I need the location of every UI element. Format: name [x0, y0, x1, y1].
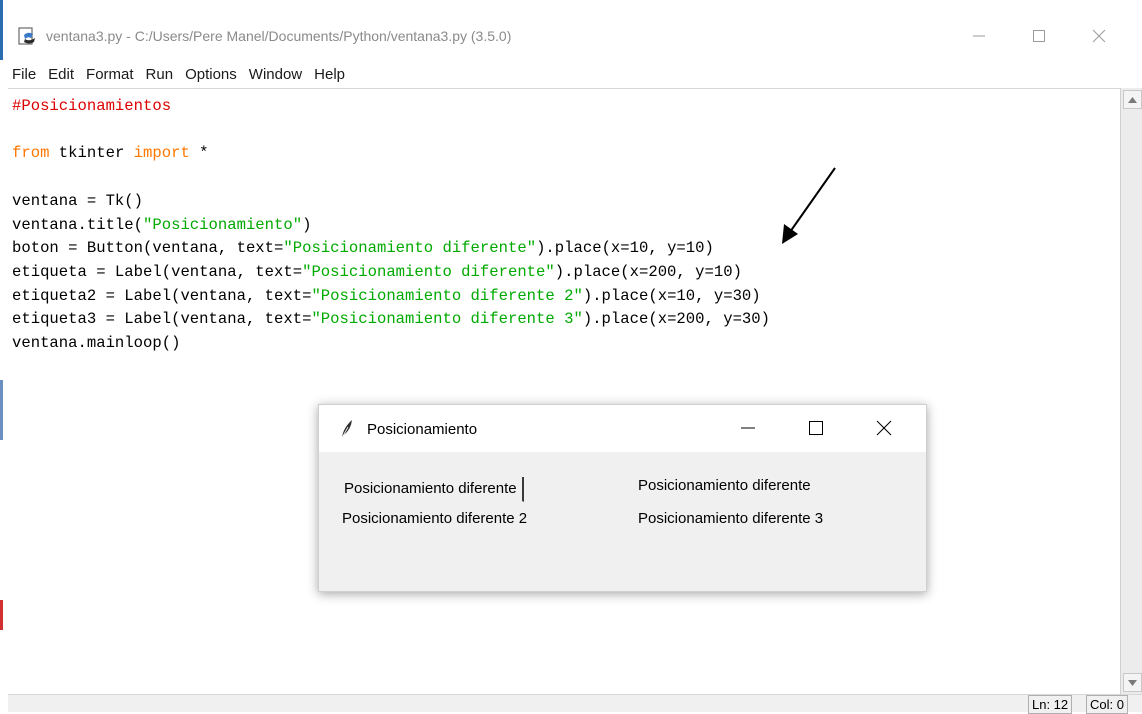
menu-format[interactable]: Format — [80, 64, 140, 86]
code-line: ventana.title("Posicionamiento") — [12, 216, 311, 234]
window-title: ventana3.py - C:/Users/Pere Manel/Docume… — [46, 28, 512, 44]
code-token: ventana.mainloop() — [12, 334, 181, 353]
code-token: from — [12, 144, 50, 163]
annotation-arrow-icon — [782, 167, 836, 244]
menu-file[interactable]: File — [8, 64, 42, 86]
code-token: etiqueta2 = Label(ventana, text= — [12, 286, 312, 305]
code-token: boton = Button(ventana, text= — [12, 239, 284, 258]
vertical-scrollbar[interactable] — [1120, 88, 1142, 694]
arrow-up-icon — [1128, 96, 1137, 103]
code-token: #Posicionamientos — [12, 97, 172, 115]
status-line: Ln: 12 — [1028, 695, 1073, 714]
code-line: boton = Button(ventana, text="Posicionam… — [12, 239, 714, 257]
idle-editor-window: ventana3.py - C:/Users/Pere Manel/Docume… — [8, 14, 1142, 714]
code-token: etiqueta = Label(ventana, text= — [12, 262, 303, 281]
tkinter-window: Posicionamiento Posicionamiento diferent… — [318, 404, 927, 592]
minimize-icon — [973, 35, 985, 37]
code-token: etiqueta3 = Label(ventana, text= — [12, 310, 312, 329]
code-line: etiqueta2 = Label(ventana, text="Posicio… — [12, 287, 761, 305]
tk-minimize-button[interactable] — [728, 413, 768, 443]
title-bar: ventana3.py - C:/Users/Pere Manel/Docume… — [8, 14, 1142, 60]
maximize-button[interactable] — [1019, 20, 1059, 52]
menu-help[interactable]: Help — [308, 64, 351, 86]
menu-edit[interactable]: Edit — [42, 64, 80, 86]
close-icon — [876, 420, 892, 436]
code-token: ) — [302, 215, 312, 234]
code-token: ).place(x=200, y=10) — [554, 262, 742, 281]
menu-window[interactable]: Window — [243, 64, 308, 86]
maximize-icon — [1033, 30, 1045, 42]
code-token: ).place(x=10, y=10) — [536, 239, 714, 258]
code-line: ventana.mainloop() — [12, 334, 180, 352]
code-line: ventana = Tk() — [12, 192, 143, 210]
menu-bar: File Edit Format Run Options Window Help — [8, 64, 351, 86]
label-bottom-right: Posicionamiento diferente 3 — [638, 510, 824, 527]
arrow-down-icon — [1128, 679, 1137, 686]
minimize-icon — [741, 427, 755, 429]
code-editor[interactable]: #Posicionamientos from tkinter import * … — [8, 88, 1120, 695]
code-token: ).place(x=200, y=30) — [582, 310, 770, 329]
status-bar: Ln: 12 Col: 0 — [8, 694, 1142, 714]
desktop-edge — [0, 0, 8, 711]
close-icon — [1092, 29, 1106, 43]
code-token: "Posicionamiento diferente 2" — [311, 286, 583, 305]
tk-maximize-button[interactable] — [796, 413, 836, 443]
code-token: "Posicionamiento diferente 3" — [311, 310, 583, 329]
tk-close-button[interactable] — [864, 413, 904, 443]
code-line: from tkinter import * — [12, 144, 209, 162]
scroll-up-button[interactable] — [1123, 90, 1142, 109]
minimize-button[interactable] — [959, 20, 999, 52]
tk-window-title: Posicionamiento — [367, 421, 478, 438]
python-file-icon — [18, 27, 35, 45]
code-token: "Posicionamiento" — [143, 215, 303, 234]
close-button[interactable] — [1079, 20, 1119, 52]
label-top-right: Posicionamiento diferente — [638, 477, 811, 494]
status-column: Col: 0 — [1086, 695, 1128, 714]
label-bottom-left: Posicionamiento diferente 2 — [342, 510, 528, 527]
code-line: #Posicionamientos — [12, 97, 171, 115]
code-token: "Posicionamiento diferente" — [283, 239, 537, 258]
code-token: ).place(x=10, y=30) — [582, 286, 761, 305]
menu-run[interactable]: Run — [140, 64, 180, 86]
code-token: * — [189, 144, 209, 163]
tk-title-bar: Posicionamiento — [319, 405, 926, 452]
code-line: etiqueta3 = Label(ventana, text="Posicio… — [12, 310, 770, 328]
posicionamiento-button[interactable]: Posicionamiento diferente — [340, 477, 524, 502]
tk-feather-icon — [341, 420, 352, 439]
code-token: "Posicionamiento diferente" — [302, 262, 555, 281]
scroll-down-button[interactable] — [1123, 673, 1142, 692]
maximize-icon — [809, 421, 823, 435]
code-token: ventana = Tk() — [12, 191, 144, 210]
code-token: ventana.title( — [12, 215, 144, 234]
code-text[interactable]: #Posicionamientos from tkinter import * … — [12, 95, 770, 356]
code-token: import — [133, 144, 190, 163]
code-line: etiqueta = Label(ventana, text="Posicion… — [12, 263, 742, 281]
code-token: tkinter — [49, 144, 134, 163]
menu-options[interactable]: Options — [179, 64, 243, 86]
